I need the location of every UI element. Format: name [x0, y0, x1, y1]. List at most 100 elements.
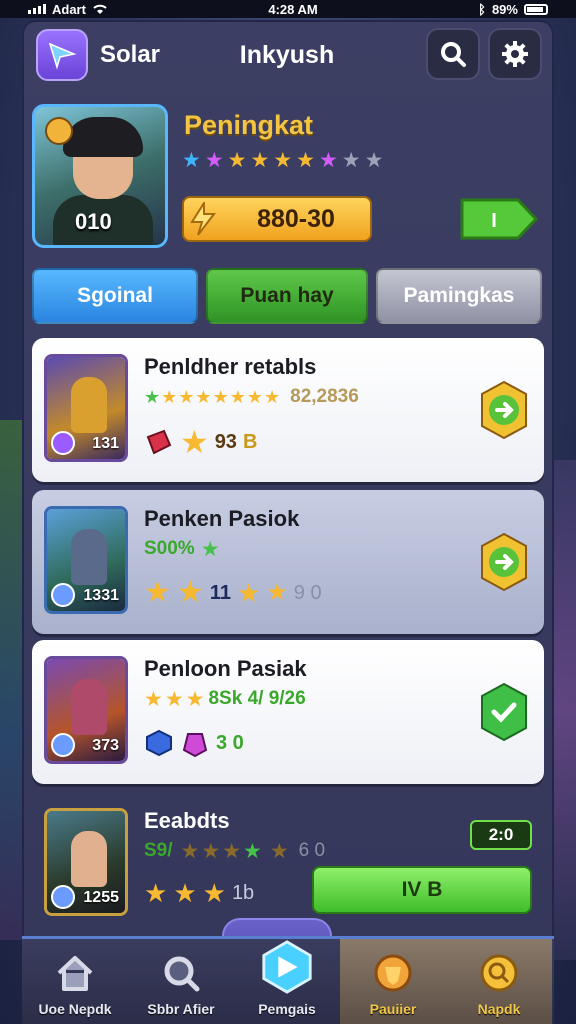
star-icon: ★ [318, 149, 338, 172]
star-icon: ★ [269, 839, 289, 863]
star-icon: ★ [176, 576, 204, 609]
claim-button[interactable]: IV B [312, 866, 532, 914]
class-icon [51, 885, 75, 909]
card-title: Eeabdts [144, 808, 230, 833]
currency-value: 880-30 [257, 204, 335, 233]
star-icon: ★ [227, 149, 247, 172]
hero-thumbnail: 1255 [44, 808, 128, 916]
card-score: 82,2836 [290, 386, 359, 407]
card-count: 3 0 [216, 731, 244, 754]
app-name: Solar [100, 41, 161, 68]
card-count: 11 [209, 581, 231, 604]
star-icon: ★ [200, 537, 220, 561]
hero-level: 131 [92, 435, 119, 452]
avatar[interactable]: 010 [32, 104, 168, 248]
nav-label: Pemgais [258, 1001, 316, 1017]
card-score: S00% [144, 538, 195, 559]
star-icon: ★ [236, 578, 261, 608]
nav-label: Sbbr Afier [147, 1001, 215, 1017]
search-button[interactable] [426, 28, 480, 80]
battery-percent: 89% [491, 1, 518, 17]
level-chip: 2:0 [470, 820, 532, 850]
star-icon: ★ [266, 579, 288, 606]
list-item[interactable]: 373 Penloon Pasiak ★ ★ ★ 8Sk 4/ 9/26 3 0 [32, 640, 544, 784]
star-icon: ★ [243, 839, 262, 863]
star-icon: ★ [263, 387, 281, 407]
completed-check-icon[interactable] [480, 682, 528, 742]
star-icon: ★ [144, 687, 163, 711]
card-score: 8Sk 4/ 9/26 [208, 688, 306, 709]
go-arrow-button[interactable]: I [458, 196, 540, 242]
tab-bar: Sgoinal Puan hay Pamingkas [32, 268, 544, 324]
star-icon: ★ [246, 387, 263, 407]
hero-thumbnail: 373 [44, 656, 128, 764]
nav-label: Napdk [477, 1001, 521, 1017]
potion-icon [182, 733, 208, 758]
star-icon: ★ [250, 149, 270, 172]
nav-item-active[interactable]: Pemgais [234, 939, 340, 1024]
rating-stars: ★ ★ ★ ★ ★ ★ ★ ★ [144, 388, 280, 406]
go-label: I [491, 210, 497, 232]
bluetooth-icon: ᛒ [478, 1, 486, 17]
star-icon: ★ [341, 149, 361, 172]
player-profile: 010 Peningkat ★ ★ ★ ★ ★ ★ ★ ★ ★ 880-30 I [32, 104, 544, 250]
nav-label: Pauiier [369, 1001, 417, 1017]
settings-button[interactable] [488, 28, 542, 80]
star-icon: ★ [222, 839, 242, 863]
list-item[interactable]: 1331 Penken Pasiok S00% ★ ★ ★ 11 ★ ★ 9 0 [32, 490, 544, 634]
star-icon: ★ [144, 387, 161, 407]
rating-stars: ★ ★ ★ ★ ★ ★ ★ ★ ★ [182, 150, 383, 171]
next-button[interactable] [480, 380, 528, 440]
nav-item-coin[interactable]: Napdk [446, 939, 552, 1024]
tab-sgoinal[interactable]: Sgoinal [32, 268, 198, 324]
next-button[interactable] [480, 532, 528, 592]
hero-thumbnail: 131 [44, 354, 128, 462]
star-icon: ★ [144, 576, 171, 609]
tab-puan-hay[interactable]: Puan hay [206, 268, 368, 324]
star-icon: ★ [364, 149, 384, 172]
nav-label: Uoe Nepdk [38, 1001, 112, 1017]
tab-pamingkas[interactable]: Pamingkas [376, 268, 542, 324]
bottom-nav: Uoe Nepdk Sbbr Afier Pemgais Pauiier Nap… [22, 936, 554, 1024]
send-icon[interactable] [36, 29, 88, 81]
badge-icon [45, 117, 73, 145]
currency-bar[interactable]: 880-30 [182, 196, 372, 242]
player-name: Peningkat [184, 110, 314, 140]
hero-level: 373 [92, 737, 119, 754]
coin-icon [480, 954, 518, 992]
home-icon [57, 956, 93, 991]
card-count: 1b [231, 881, 255, 904]
card-title: Penken Pasiok [144, 506, 300, 531]
signal-icon [28, 4, 46, 14]
status-bar: Adart 4:28 AM ᛒ 89% [0, 0, 576, 18]
card-title: Penloon Pasiak [144, 656, 307, 681]
star-icon: ★ [185, 687, 205, 711]
star-icon: ★ [164, 687, 184, 711]
star-icon: ★ [212, 387, 229, 407]
star-icon: ★ [204, 149, 224, 172]
nav-item-shield[interactable]: Pauiier [340, 939, 446, 1024]
star-icon: ★ [173, 878, 197, 908]
player-level: 010 [75, 209, 112, 234]
screen-title: Inkyush [239, 40, 335, 69]
list-item[interactable]: 1255 Eeabdts S9/ ★ ★ ★ ★ ★ 6 0 ★ ★ ★ 1b … [32, 792, 544, 936]
nav-item-search[interactable]: Sbbr Afier [128, 939, 234, 1024]
hero-level: 1255 [83, 889, 119, 906]
magnifier-icon [164, 956, 200, 992]
star-icon: ★ [178, 387, 195, 407]
card-tail-value: 6 0 [298, 840, 326, 861]
hero-level: 1331 [83, 587, 119, 604]
star-icon: ★ [182, 149, 201, 172]
search-icon [441, 42, 466, 67]
list-item[interactable]: 131 Penldher retabls ★ ★ ★ ★ ★ ★ ★ ★ 82,2836 ★ … [32, 338, 544, 482]
wifi-icon [93, 4, 107, 14]
lightning-coin-icon [184, 196, 222, 242]
star-icon: ★ [144, 878, 168, 908]
carrier-name: Adart [52, 1, 86, 17]
nav-item-home[interactable]: Uoe Nepdk [22, 939, 128, 1024]
hero-thumbnail: 1331 [44, 506, 128, 614]
star-icon: ★ [201, 839, 221, 863]
star-icon: ★ [296, 149, 315, 172]
star-icon: ★ [202, 878, 226, 908]
star-icon: ★ [161, 387, 178, 407]
